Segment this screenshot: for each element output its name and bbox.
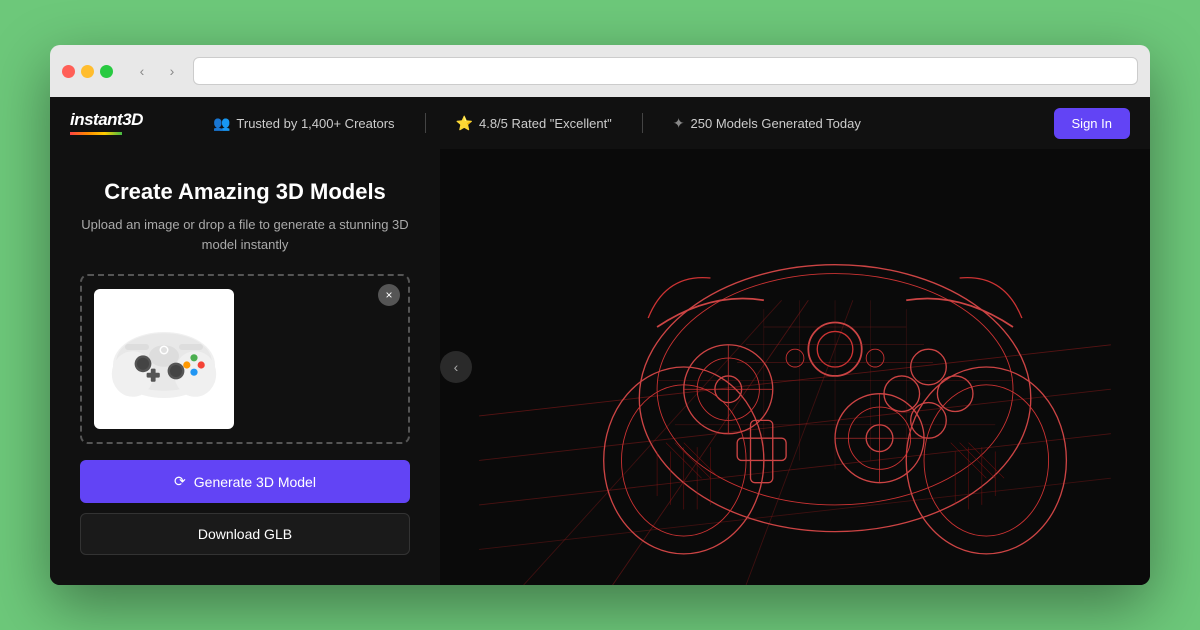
stat-rating-text: 4.8/5 Rated "Excellent" [479,116,612,131]
logo-bar [70,132,122,135]
navbar-stats: 👥 Trusted by 1,400+ Creators ⭐ 4.8/5 Rat… [183,113,1054,133]
generate-label: Generate 3D Model [194,474,316,490]
signin-button[interactable]: Sign In [1054,108,1130,139]
address-bar[interactable] [193,57,1138,85]
stat-models-text: 250 Models Generated Today [691,116,861,131]
stat-creators: 👥 Trusted by 1,400+ Creators [183,115,425,132]
navbar: instant3D 👥 Trusted by 1,400+ Creators ⭐… [50,97,1150,149]
fullscreen-traffic-light[interactable] [100,65,113,78]
stat-rating: ⭐ 4.8/5 Rated "Excellent" [426,115,642,132]
browser-window: ‹ › instant3D 👥 Trusted by 1,400+ Creato… [50,45,1150,585]
stat-models: ✦ 250 Models Generated Today [643,115,891,132]
close-traffic-light[interactable] [62,65,75,78]
panel-title: Create Amazing 3D Models [80,179,410,205]
minimize-traffic-light[interactable] [81,65,94,78]
left-panel: Create Amazing 3D Models Upload an image… [50,149,440,585]
panel-subtitle: Upload an image or drop a file to genera… [80,215,410,254]
download-button[interactable]: Download GLB [80,513,410,555]
star-icon: ⭐ [456,115,473,132]
forward-nav-button[interactable]: › [159,58,185,84]
sparkle-icon: ✦ [673,115,685,132]
generate-button[interactable]: ⟳ Generate 3D Model [80,460,410,503]
people-icon: 👥 [213,115,230,132]
uploaded-image [94,289,234,429]
logo: instant3D [70,111,143,135]
back-nav-button[interactable]: ‹ [129,58,155,84]
wireframe-scene [440,149,1150,585]
logo-text: instant3D [70,111,143,130]
main-content: Create Amazing 3D Models Upload an image… [50,149,1150,585]
upload-zone[interactable]: × [80,274,410,444]
browser-chrome: ‹ › [50,45,1150,97]
stat-creators-text: Trusted by 1,400+ Creators [236,116,394,131]
traffic-lights [62,65,113,78]
browser-content: instant3D 👥 Trusted by 1,400+ Creators ⭐… [50,97,1150,585]
viewport-back-button[interactable]: ‹ [440,351,472,383]
nav-buttons: ‹ › [129,58,185,84]
generate-icon: ⟳ [174,473,186,490]
controller-preview [104,314,224,404]
3d-viewport[interactable]: ‹ [440,149,1150,585]
close-upload-button[interactable]: × [378,284,400,306]
